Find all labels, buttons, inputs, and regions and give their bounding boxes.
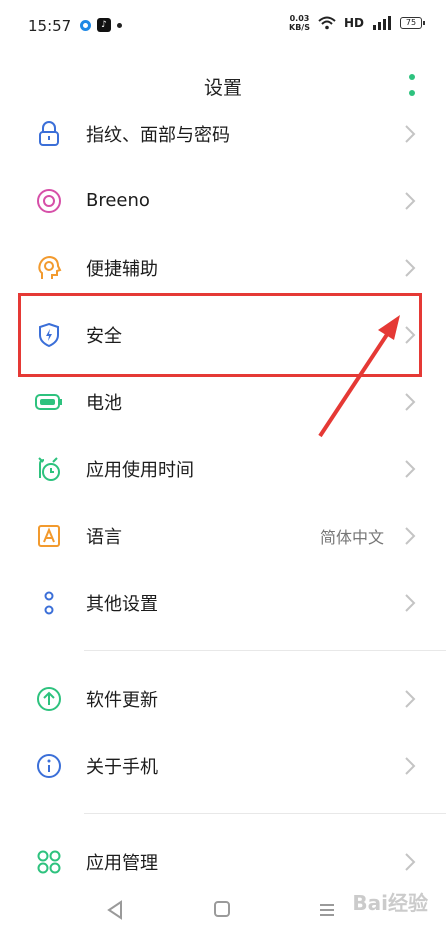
group-divider: [84, 650, 446, 651]
chevron-right-icon: [405, 526, 416, 545]
settings-item-label: 其他设置: [86, 593, 158, 615]
network-speed: 0.03 KB/S: [289, 14, 310, 32]
menu-icon[interactable]: [318, 902, 336, 918]
highlight-box: [18, 293, 422, 377]
app-notification-icon: [80, 19, 91, 31]
battery-icon: [35, 388, 63, 416]
chevron-right-icon: [405, 124, 416, 143]
settings-item-label: 语言: [86, 526, 122, 548]
settings-item-battery[interactable]: 电池: [0, 368, 446, 435]
language-icon: [35, 522, 63, 550]
more-options-icon[interactable]: [408, 74, 416, 96]
signal-icon: [373, 16, 391, 30]
page-title: 设置: [203, 77, 242, 99]
settings-item-software-update[interactable]: 软件更新: [0, 665, 446, 732]
accessibility-icon: [35, 254, 63, 282]
tiktok-icon: ♪: [97, 18, 111, 32]
chevron-right-icon: [405, 593, 416, 612]
app-grid-icon: [35, 848, 63, 876]
group-divider: [84, 813, 446, 814]
settings-item-label: 应用管理: [86, 852, 158, 874]
settings-item-label: Breeno: [86, 190, 150, 211]
wifi-icon: [318, 16, 336, 30]
chevron-right-icon: [405, 392, 416, 411]
battery-indicator: 75: [400, 17, 425, 29]
settings-item-breeno[interactable]: Breeno: [0, 167, 446, 234]
settings-item-screen-time[interactable]: 应用使用时间: [0, 435, 446, 502]
settings-item-label: 便捷辅助: [86, 258, 158, 280]
settings-item-app-management[interactable]: 应用管理: [0, 828, 446, 895]
status-bar: 15:57 ♪ 0.03 KB/S HD 75: [0, 0, 446, 52]
settings-item-other[interactable]: 其他设置: [0, 569, 446, 636]
chevron-right-icon: [405, 756, 416, 775]
settings-item-language[interactable]: 语言 简体中文: [0, 502, 446, 569]
chevron-right-icon: [405, 852, 416, 871]
breeno-icon: [35, 187, 63, 215]
settings-item-label: 关于手机: [86, 756, 158, 778]
alarm-clock-icon: [35, 455, 63, 483]
back-icon[interactable]: [106, 900, 124, 920]
notification-icons: ♪: [80, 18, 122, 32]
hd-label: HD: [343, 16, 364, 30]
chevron-right-icon: [405, 191, 416, 210]
watermark: Bai经验: [352, 891, 428, 915]
settings-item-label: 软件更新: [86, 689, 158, 711]
settings-item-label: 应用使用时间: [86, 459, 194, 481]
status-time: 15:57: [28, 17, 72, 35]
chevron-right-icon: [405, 459, 416, 478]
more-notifications-icon: [117, 22, 122, 28]
status-right: 0.03 KB/S HD 75: [289, 14, 425, 32]
settings-item-label: 指纹、面部与密码: [86, 124, 230, 146]
speed-unit: KB/S: [289, 23, 310, 32]
settings-item-password[interactable]: 指纹、面部与密码: [0, 100, 446, 167]
lock-icon: [35, 120, 63, 148]
info-icon: [35, 752, 63, 780]
speed-value: 0.03: [289, 14, 310, 23]
chevron-right-icon: [405, 689, 416, 708]
settings-item-accessibility[interactable]: 便捷辅助: [0, 234, 446, 301]
settings-item-label: 电池: [86, 392, 122, 414]
dots-icon: [35, 589, 63, 617]
chevron-right-icon: [405, 258, 416, 277]
update-icon: [35, 685, 63, 713]
settings-item-about-phone[interactable]: 关于手机: [0, 732, 446, 799]
home-icon[interactable]: [213, 900, 231, 918]
settings-list: 指纹、面部与密码 Breeno 便捷辅助 安全 电池 应用使用时间 语言 简体中…: [0, 100, 446, 895]
language-value: 简体中文: [319, 527, 384, 547]
